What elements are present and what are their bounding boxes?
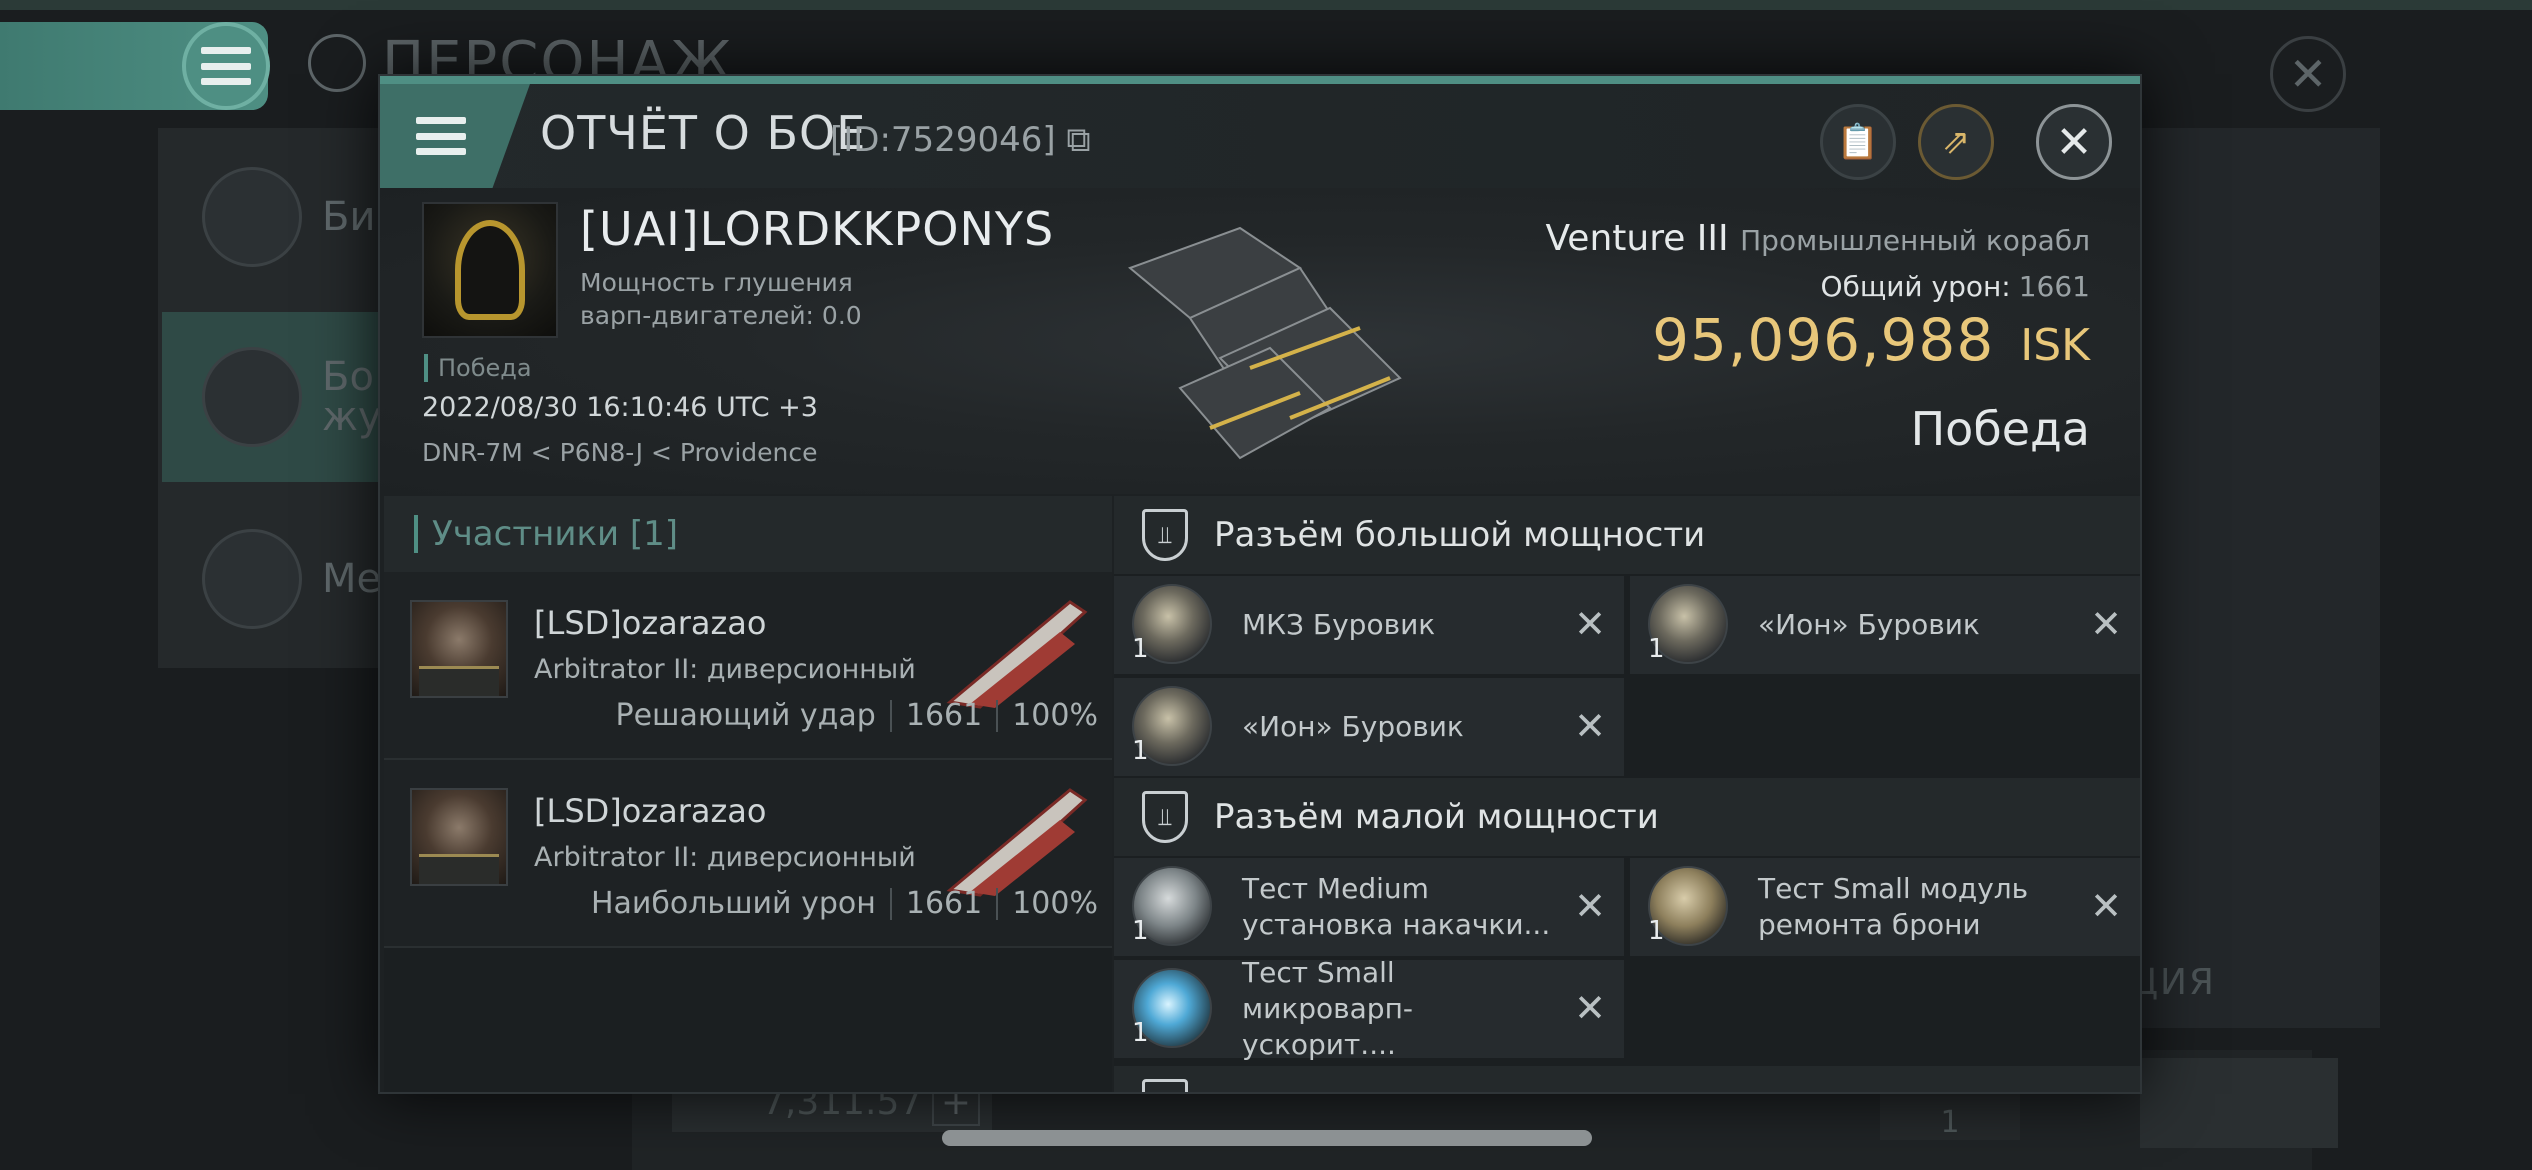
kill-datetime: 2022/08/30 16:10:46 UTC +3 [422, 392, 818, 423]
fitting-panel: ⫫ Разъём большой мощности 1 МКЗ Буровик … [1114, 496, 2140, 1092]
copy-report-button[interactable]: 📋 [1820, 104, 1896, 180]
destroyed-icon: ✕ [2090, 602, 2122, 646]
swords-icon [202, 347, 302, 447]
background-menu-button[interactable] [182, 22, 270, 110]
module-item[interactable]: 1 МКЗ Буровик ✕ [1114, 576, 1624, 674]
dialog-header: ОТЧЁТ О БОЕ [ID:7529046] ⧉ 📋 ⇗ ✕ [380, 84, 2140, 188]
participant-ship: Arbitrator II: диверсионный [534, 654, 916, 685]
warp-jam-strength: Мощность глушения варп-двигателей: 0.0 [580, 268, 862, 330]
share-icon: ⇗ [1941, 122, 1971, 162]
ship-image [1128, 226, 1402, 460]
character-icon [308, 33, 366, 92]
module-item[interactable]: 1 Тест Small модуль ремонта брони ✕ [1630, 858, 2140, 956]
victim-name[interactable]: [UAI]LORDKKPONYS [580, 202, 1054, 256]
victim-section: [UAI]LORDKKPONYS Мощность глушения варп-… [380, 188, 2140, 494]
menu-icon [201, 47, 251, 85]
participant-stats: Решающий удар 1661 100% [615, 698, 1099, 733]
victim-avatar[interactable] [422, 202, 558, 338]
low-slot-header: ⫫ Разъём малой мощности [1114, 778, 2140, 856]
destroyed-icon: ✕ [1574, 986, 1606, 1030]
participant-avatar[interactable] [410, 600, 508, 698]
next-slot-header [1114, 1066, 2140, 1092]
participant-avatar[interactable] [410, 788, 508, 886]
dialog-title: ОТЧЁТ О БОЕ [540, 106, 867, 160]
background-close-button[interactable]: ✕ [2270, 36, 2346, 112]
dialog-menu-button[interactable] [380, 84, 530, 188]
low-slot-icon: ⫫ [1142, 791, 1188, 843]
participant-ship-image [946, 788, 1088, 897]
list-icon [202, 167, 302, 267]
isk-value: 95,096,988 ISK [1652, 306, 2090, 374]
combat-report-dialog: ОТЧЁТ О БОЕ [ID:7529046] ⧉ 📋 ⇗ ✕ [UAI]LO… [378, 74, 2142, 1094]
destroyed-icon: ✕ [1574, 704, 1606, 748]
clipboard-icon: 📋 [1836, 122, 1880, 162]
top-strip [0, 0, 2532, 10]
kill-location[interactable]: DNR-7M < P6N8-J < Providence [422, 438, 817, 467]
menu-icon [416, 117, 466, 155]
total-damage: Общий урон: 1661 [1820, 270, 2090, 303]
module-item[interactable]: 1 «Ион» Буровик ✕ [1114, 678, 1624, 776]
outcome-label: Победа [1910, 402, 2090, 456]
participant-row[interactable]: [LSD]ozarazao Arbitrator II: диверсионны… [384, 572, 1112, 760]
participant-ship-image [946, 600, 1088, 709]
participant-name: [LSD]ozarazao [534, 792, 767, 830]
star-icon [202, 529, 302, 629]
share-button[interactable]: ⇗ [1918, 104, 1994, 180]
participant-row[interactable]: [LSD]ozarazao Arbitrator II: диверсионны… [384, 760, 1112, 948]
destroyed-icon: ✕ [1574, 602, 1606, 646]
module-item[interactable]: 1 «Ион» Буровик ✕ [1630, 576, 2140, 674]
module-item[interactable]: 1 Тест Small микроварп-ускорит.... ✕ [1114, 956, 1624, 1061]
high-slot-icon: ⫫ [1142, 509, 1188, 561]
module-item[interactable]: 1 Тест Medium установка накачки... ✕ [1114, 858, 1624, 956]
destroyed-icon: ✕ [1574, 884, 1606, 928]
victim-result: Победа [424, 354, 532, 382]
participant-name: [LSD]ozarazao [534, 604, 767, 642]
participant-stats: Наибольший урон 1661 100% [590, 886, 1098, 921]
filter-button[interactable] [2140, 1058, 2338, 1148]
background-right-panel [2138, 128, 2380, 1028]
victim-ship[interactable]: Venture III Промышленный корабл [1545, 218, 2090, 259]
close-icon: ✕ [2055, 116, 2093, 168]
background-ghost-text: ЦИЯ [2130, 962, 2216, 1003]
destroyed-icon: ✕ [2090, 884, 2122, 928]
participants-header: Участники [1] [384, 496, 1112, 572]
high-slot-header: ⫫ Разъём большой мощности [1114, 496, 2140, 574]
accent-line [380, 76, 2140, 84]
report-id[interactable]: [ID:7529046] ⧉ [830, 120, 1091, 160]
horizontal-scrollbar[interactable] [942, 1130, 1592, 1146]
participants-panel: Участники [1] [LSD]ozarazao Arbitrator I… [384, 496, 1112, 1092]
close-button[interactable]: ✕ [2036, 104, 2112, 180]
slot-icon [1142, 1079, 1188, 1092]
participant-ship: Arbitrator II: диверсионный [534, 842, 916, 873]
